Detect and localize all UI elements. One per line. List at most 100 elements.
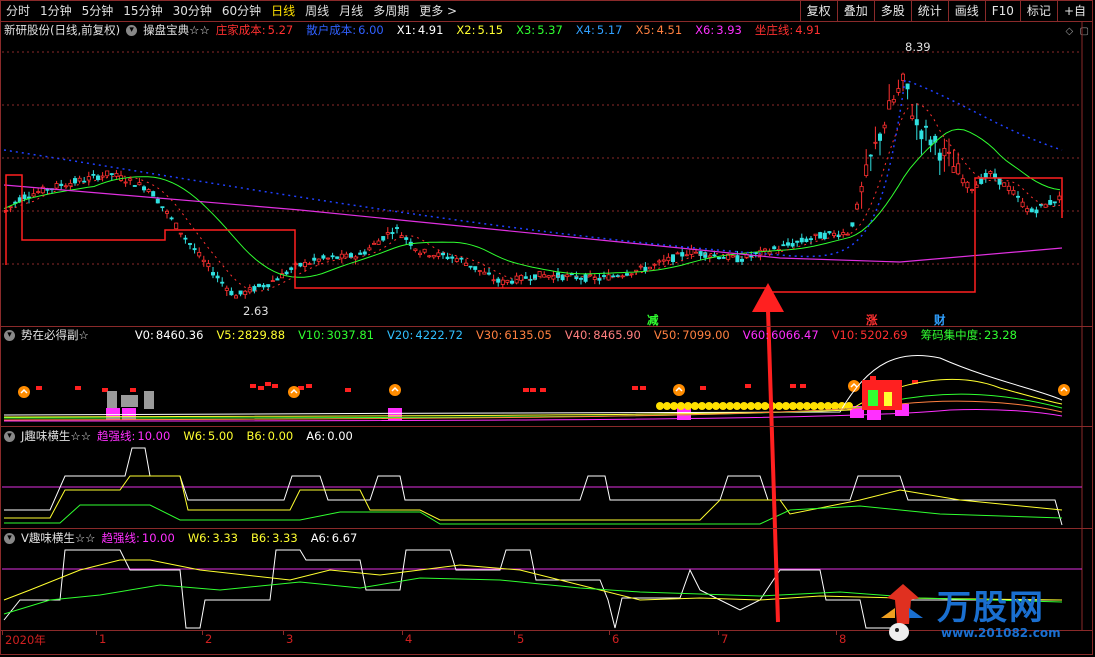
candle-body <box>63 185 68 188</box>
signal-dot <box>698 402 706 410</box>
candle-body <box>850 222 855 227</box>
candle-body <box>611 275 616 278</box>
indicator-name[interactable]: J趣味横生☆☆ <box>21 428 91 444</box>
date-tick-label: 4 <box>405 632 413 646</box>
candle-body <box>8 206 13 209</box>
candle-body <box>114 172 119 177</box>
ma-line-x6 <box>3 184 1063 263</box>
candle-body <box>652 263 657 266</box>
candle-body <box>914 119 919 126</box>
candle-body <box>878 133 883 141</box>
param-value: 筹码集中度: 23.28 <box>921 328 1023 342</box>
candle-body <box>960 178 965 184</box>
candle-body <box>1006 185 1011 191</box>
signal-dot <box>656 402 664 410</box>
param-number: 6135.05 <box>504 328 552 342</box>
j-line-green <box>4 504 1063 525</box>
signal-dot <box>712 402 720 410</box>
candle-body <box>298 262 303 267</box>
indicator-menu-icon[interactable]: ▾ <box>4 430 15 442</box>
param-label: V30: <box>475 328 503 342</box>
candle-body <box>565 274 570 278</box>
vol-bar <box>632 386 638 390</box>
param-label: 筹码集中度: <box>920 328 982 342</box>
param-label: V5: <box>216 328 236 342</box>
candle-body <box>1020 201 1025 208</box>
candle-body <box>459 257 464 260</box>
indicator-name[interactable]: 势在必得副☆ <box>21 327 89 343</box>
vol-bar <box>530 388 536 392</box>
candle-body <box>266 284 271 288</box>
candle-body <box>970 189 975 191</box>
date-tick-label: 2020年 <box>5 633 46 647</box>
candle-body <box>376 240 381 245</box>
candle-body <box>625 273 630 276</box>
param-value: V30: 6135.05 <box>476 328 558 342</box>
candle-body <box>371 242 376 245</box>
candle-body <box>436 252 441 257</box>
candle-body <box>583 274 588 282</box>
candle-body <box>440 252 445 256</box>
candle-body <box>882 124 887 129</box>
indicator-menu-icon[interactable]: ▾ <box>4 329 15 341</box>
vol-bar <box>700 386 706 390</box>
vol-bar <box>870 376 876 380</box>
candle-body <box>96 175 101 181</box>
candle-body <box>201 259 206 263</box>
signal-dot <box>775 402 783 410</box>
candle-body <box>937 152 942 161</box>
param-value: V10: 3037.81 <box>298 328 380 342</box>
candle-body <box>178 232 183 235</box>
candle-body <box>256 283 261 287</box>
date-tick-label: 6 <box>612 632 620 646</box>
candle-body <box>238 290 243 295</box>
param-value: W6: 5.00 <box>183 429 239 443</box>
candle-body <box>339 253 344 259</box>
candle-body <box>243 290 248 295</box>
param-value: V10: 5202.69 <box>832 328 914 342</box>
candle-body <box>183 237 188 240</box>
candle-body <box>431 254 436 258</box>
candle-body <box>427 255 432 258</box>
param-label: 趋强线: <box>97 429 136 443</box>
param-number: 6.67 <box>331 531 358 545</box>
candle-body <box>928 139 933 146</box>
candle-body <box>100 175 105 178</box>
candle-body <box>141 186 146 191</box>
param-number: 10.00 <box>141 531 175 545</box>
date-tick-label: 3 <box>286 632 294 646</box>
param-label: W6: <box>183 429 206 443</box>
candle-body <box>523 276 528 279</box>
param-number: 0.00 <box>327 429 353 443</box>
candle-body <box>468 265 473 268</box>
candle-body <box>362 251 367 255</box>
param-number: 7099.00 <box>682 328 730 342</box>
candle-body <box>956 163 961 175</box>
brand-url: www.201082.com <box>941 626 1061 640</box>
candle-body <box>496 278 501 283</box>
candle-body <box>128 178 133 181</box>
buy-signal-icon <box>389 384 401 396</box>
candle-body <box>146 189 151 193</box>
candle-body <box>786 242 791 246</box>
indicator-name[interactable]: V趣味横生☆☆ <box>21 530 96 546</box>
candle-body <box>919 130 924 140</box>
candle-body <box>983 173 988 179</box>
candle-body <box>965 181 970 189</box>
candle-body <box>1025 208 1030 213</box>
vol-bar <box>790 384 796 388</box>
candle-body <box>740 258 745 262</box>
candle-body <box>160 206 165 209</box>
candle-body <box>54 183 59 189</box>
candle-body <box>804 238 809 243</box>
candle-body <box>210 272 215 276</box>
candle-body <box>197 251 202 257</box>
candle-body <box>579 277 584 280</box>
candle-body <box>896 88 901 93</box>
param-value: 趋强线: 10.00 <box>97 429 176 443</box>
vol-bar <box>800 384 806 388</box>
date-tick <box>283 630 284 635</box>
v-pane-header: ▾ V趣味横生☆☆ 趋强线: 10.00 W6: 3.33 B6: 3.33 A6: 6.67 <box>4 531 370 545</box>
indicator-menu-icon[interactable]: ▾ <box>4 532 15 544</box>
date-tick-label: 8 <box>839 632 847 646</box>
